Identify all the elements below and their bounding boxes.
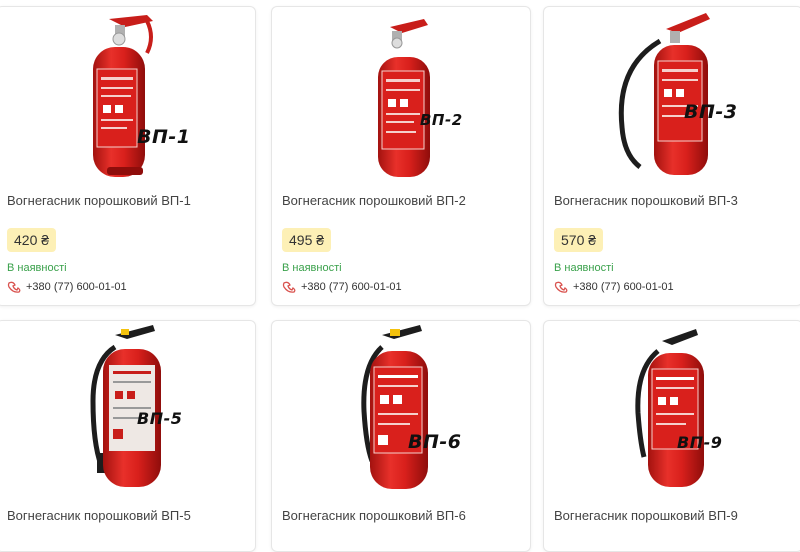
phone-icon	[7, 281, 21, 293]
model-label: ВП-5	[137, 409, 183, 428]
price-badge: 495 ₴	[282, 228, 332, 252]
product-title[interactable]: Вогнегасник порошковий ВП-1	[7, 193, 191, 208]
product-card[interactable]: ВП-2 Вогнегасник порошковий ВП-2 495 ₴ В…	[271, 6, 531, 306]
product-image[interactable]: ВП-2	[272, 7, 530, 187]
phone-contact[interactable]: +380 (77) 600-01-01	[7, 281, 127, 293]
stock-status: В наявності	[554, 262, 614, 274]
phone-number: +380 (77) 600-01-01	[301, 281, 402, 293]
model-label: ВП-2	[420, 111, 463, 129]
product-card[interactable]: ВП-9 Вогнегасник порошковий ВП-9	[543, 320, 800, 552]
product-grid: ВП-1 Вогнегасник порошковий ВП-1 420 ₴ В…	[0, 0, 800, 552]
product-title[interactable]: Вогнегасник порошковий ВП-6	[282, 508, 466, 523]
product-title[interactable]: Вогнегасник порошковий ВП-2	[282, 193, 466, 208]
phone-number: +380 (77) 600-01-01	[26, 281, 127, 293]
price-badge: 570 ₴	[554, 228, 604, 252]
model-label: ВП-9	[677, 433, 723, 452]
product-image[interactable]: ВП-6	[272, 321, 530, 496]
extinguisher-image	[361, 325, 428, 489]
product-card[interactable]: ВП-1 Вогнегасник порошковий ВП-1 420 ₴ В…	[0, 6, 256, 306]
product-card[interactable]: ВП-6 Вогнегасник порошковий ВП-6	[271, 320, 531, 552]
phone-icon	[282, 281, 296, 293]
product-title[interactable]: Вогнегасник порошковий ВП-3	[554, 193, 738, 208]
extinguisher-image	[93, 15, 153, 177]
extinguisher-image	[618, 13, 710, 175]
extinguisher-image	[90, 325, 161, 487]
product-card[interactable]: ВП-5 Вогнегасник порошковий ВП-5	[0, 320, 256, 552]
product-card[interactable]: ВП-3 Вогнегасник порошковий ВП-3 570 ₴ В…	[543, 6, 800, 306]
phone-contact[interactable]: +380 (77) 600-01-01	[554, 281, 674, 293]
product-title[interactable]: Вогнегасник порошковий ВП-5	[7, 508, 191, 523]
phone-number: +380 (77) 600-01-01	[573, 281, 674, 293]
model-label: ВП-6	[408, 431, 462, 453]
product-title[interactable]: Вогнегасник порошковий ВП-9	[554, 508, 738, 523]
extinguisher-image	[378, 19, 430, 177]
phone-contact[interactable]: +380 (77) 600-01-01	[282, 281, 402, 293]
product-image[interactable]: ВП-5	[0, 321, 255, 496]
model-label: ВП-1	[137, 126, 191, 148]
model-label: ВП-3	[684, 101, 738, 123]
price-badge: 420 ₴	[7, 228, 57, 252]
stock-status: В наявності	[7, 262, 67, 274]
stock-status: В наявності	[282, 262, 342, 274]
phone-icon	[554, 281, 568, 293]
product-image[interactable]: ВП-1	[0, 7, 255, 187]
product-image[interactable]: ВП-9	[544, 321, 800, 496]
product-image[interactable]: ВП-3	[544, 7, 800, 187]
extinguisher-image	[635, 329, 704, 487]
